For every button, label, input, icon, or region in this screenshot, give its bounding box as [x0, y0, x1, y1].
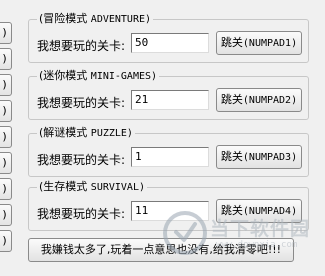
group-title: (生存模式 SURVIVAL): [37, 180, 147, 195]
level-prompt: 我想要玩的关卡:: [37, 153, 126, 167]
group-title-en: MINI-GAMES): [90, 71, 158, 82]
side-button[interactable]: ): [0, 178, 12, 200]
puzzle-jump-button[interactable]: 跳关(NUMPAD3): [216, 145, 302, 169]
side-button[interactable]: ): [0, 48, 12, 70]
group-title: (迷你模式 MINI-GAMES): [37, 69, 160, 84]
level-prompt: 我想要玩的关卡:: [37, 39, 126, 53]
side-button[interactable]: ): [0, 152, 12, 174]
group-title-en: ADVENTURE): [90, 14, 152, 25]
adventure-mode-group: (冒险模式 ADVENTURE) 我想要玩的关卡: 50 跳关(NUMPAD1): [28, 12, 309, 63]
group-title-cn: (解谜模式: [39, 126, 88, 139]
group-title-cn: (冒险模式: [39, 12, 88, 25]
group-title-cn: (生存模式: [39, 180, 88, 193]
jump-label: 跳关: [220, 204, 243, 217]
survival-mode-group: (生存模式 SURVIVAL) 我想要玩的关卡: 11 跳关(NUMPAD4): [28, 180, 309, 231]
jump-label: 跳关: [220, 150, 243, 163]
level-prompt: 我想要玩的关卡:: [37, 96, 126, 110]
puzzle-level-input[interactable]: 1: [131, 147, 209, 167]
side-button[interactable]: ): [0, 126, 12, 148]
mini-games-mode-group: (迷你模式 MINI-GAMES) 我想要玩的关卡: 21 跳关(NUMPAD2…: [28, 69, 309, 120]
side-button[interactable]: ): [0, 230, 12, 252]
side-button[interactable]: ): [0, 22, 12, 44]
group-title: (解谜模式 PUZZLE): [37, 126, 135, 141]
adventure-level-input[interactable]: 50: [131, 33, 209, 53]
group-title-en: SURVIVAL): [90, 182, 145, 193]
jump-label: 跳关: [220, 36, 243, 49]
adventure-jump-button[interactable]: 跳关(NUMPAD1): [216, 31, 302, 55]
survival-level-input[interactable]: 11: [131, 201, 209, 221]
mini-games-jump-button[interactable]: 跳关(NUMPAD2): [216, 88, 302, 112]
survival-jump-button[interactable]: 跳关(NUMPAD4): [216, 199, 302, 223]
side-button[interactable]: ): [0, 74, 12, 96]
mini-games-level-input[interactable]: 21: [131, 90, 209, 110]
side-button[interactable]: ): [0, 204, 12, 226]
jump-label: 跳关: [220, 93, 243, 106]
puzzle-mode-group: (解谜模式 PUZZLE) 我想要玩的关卡: 1 跳关(NUMPAD3): [28, 126, 309, 177]
jump-hotkey: (NUMPAD1): [242, 38, 298, 49]
jump-hotkey: (NUMPAD2): [242, 95, 298, 106]
group-title-cn: (迷你模式: [39, 69, 88, 82]
reset-money-button[interactable]: 我嫌钱太多了,玩着一点意思也没有,给我清零吧!!!: [28, 238, 294, 262]
group-title-en: PUZZLE): [90, 128, 133, 139]
group-title: (冒险模式 ADVENTURE): [37, 12, 154, 27]
side-button[interactable]: ): [0, 100, 12, 122]
level-prompt: 我想要玩的关卡:: [37, 207, 126, 221]
jump-hotkey: (NUMPAD4): [242, 206, 298, 217]
jump-hotkey: (NUMPAD3): [242, 152, 298, 163]
